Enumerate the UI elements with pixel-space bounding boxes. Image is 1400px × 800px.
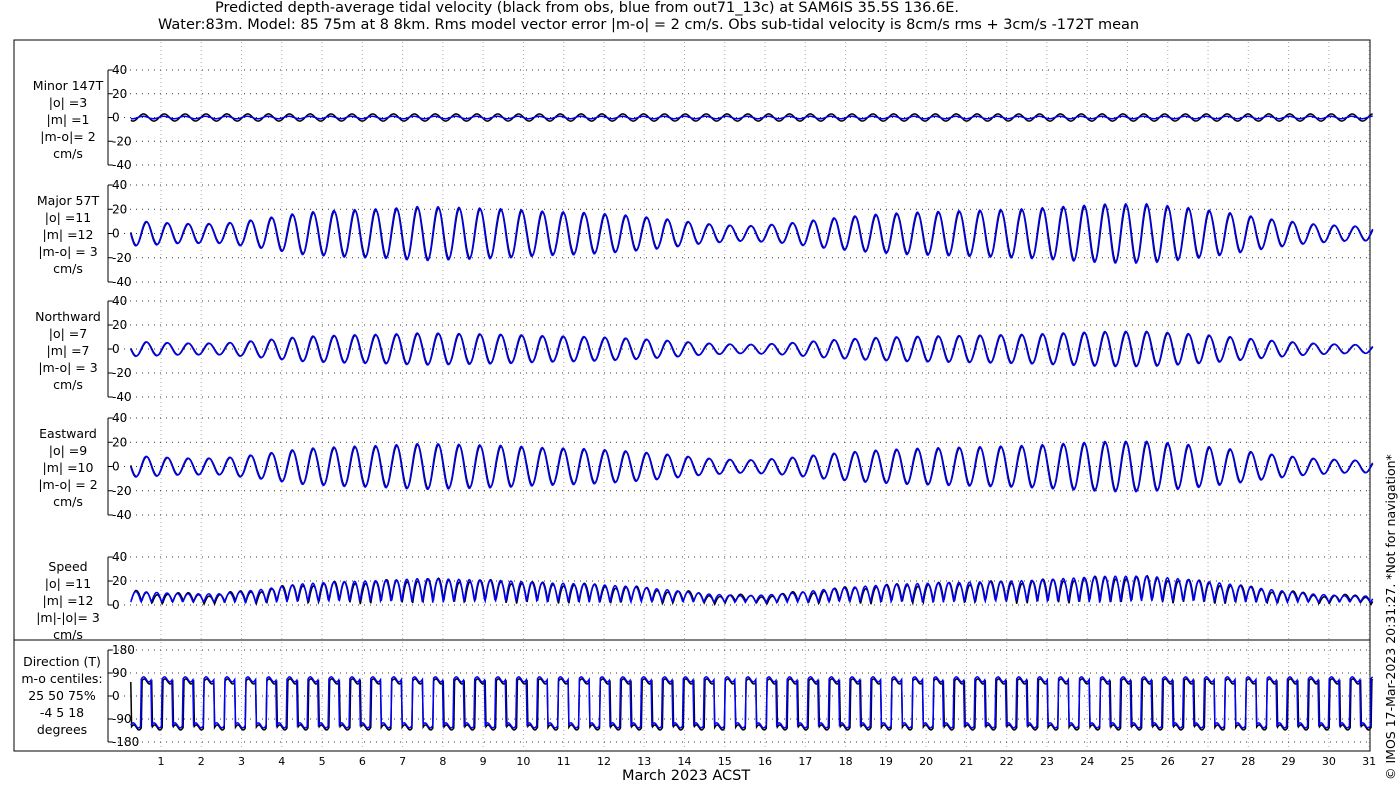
y-tick-label-minor: 20 [112, 87, 127, 101]
panel-label-east: cm/s [53, 494, 83, 509]
panel-label-speed: cm/s [53, 627, 83, 642]
panel-label-east: Eastward [39, 426, 97, 441]
y-tick-label-major: 40 [112, 178, 127, 192]
panel-label-direction: -4 5 18 [40, 705, 84, 720]
panel-label-direction: degrees [37, 722, 87, 737]
y-tick-label-speed: 20 [112, 574, 127, 588]
x-tick-label: 13 [637, 755, 651, 768]
panel-label-speed: Speed [48, 559, 87, 574]
x-tick-label: 21 [959, 755, 973, 768]
x-tick-label: 15 [718, 755, 732, 768]
y-tick-label-direction: 90 [112, 666, 127, 680]
copyright-note: © IMOS 17-Mar-2023 20:31:27. *Not for na… [1383, 454, 1398, 780]
y-tick-label-east: 20 [112, 435, 127, 449]
y-tick-label-north: -40 [112, 390, 132, 404]
x-tick-label: 25 [1120, 755, 1134, 768]
panel-label-minor: |m| =1 [47, 112, 90, 127]
x-tick-label: 8 [439, 755, 446, 768]
panel-label-minor: cm/s [53, 146, 83, 161]
y-tick-label-east: -40 [112, 508, 132, 522]
y-tick-label-minor: 0 [112, 111, 120, 125]
panel-label-north: |o| =7 [49, 326, 87, 341]
panel-label-direction: m-o centiles: [21, 671, 102, 686]
panel-label-east: |m-o| = 2 [38, 477, 97, 492]
y-tick-label-east: 40 [112, 411, 127, 425]
y-tick-label-direction: 180 [112, 643, 135, 657]
y-tick-label-direction: -180 [112, 735, 139, 749]
x-tick-label: 5 [319, 755, 326, 768]
x-tick-label: 18 [839, 755, 853, 768]
panel-label-direction: 25 50 75% [28, 688, 96, 703]
panel-label-speed: |m|-|o|= 3 [36, 610, 100, 625]
y-tick-label-north: 40 [112, 294, 127, 308]
y-tick-label-direction: 0 [112, 689, 120, 703]
panel-label-east: |o| =9 [49, 443, 88, 458]
panel-label-minor: Minor 147T [33, 78, 104, 93]
x-tick-label: 26 [1161, 755, 1175, 768]
panel-label-north: |m| =7 [47, 343, 90, 358]
y-tick-label-north: -20 [112, 366, 132, 380]
x-tick-label: 20 [919, 755, 933, 768]
y-tick-label-speed: 0 [112, 598, 120, 612]
x-tick-label: 3 [238, 755, 245, 768]
frame-direction [13, 639, 1371, 752]
x-tick-label: 19 [879, 755, 893, 768]
x-tick-label: 7 [399, 755, 406, 768]
panel-label-speed: |o| =11 [45, 576, 91, 591]
x-tick-label: 16 [758, 755, 772, 768]
panel-label-north: |m-o| = 3 [38, 360, 97, 375]
x-tick-label: 24 [1080, 755, 1094, 768]
series-speed-model [130, 575, 1374, 606]
y-tick-label-minor: -20 [112, 134, 132, 148]
x-tick-label: 31 [1362, 755, 1376, 768]
y-tick-label-major: -40 [112, 275, 132, 289]
x-tick-label: 22 [1000, 755, 1014, 768]
series-direction-model [130, 675, 1374, 729]
panel-label-major: cm/s [53, 261, 83, 276]
y-tick-label-major: 20 [112, 202, 127, 216]
x-tick-label: 29 [1282, 755, 1296, 768]
x-tick-label: 14 [678, 755, 692, 768]
y-tick-label-major: 0 [112, 227, 120, 241]
x-axis-label: March 2023 ACST [622, 768, 751, 784]
panel-label-direction: Direction (T) [23, 654, 101, 669]
plot-area: 1 2 3 4 5 6 7 8 9 10 11 12 13 14 15 16 17 18 19 20 21 22 23 24 2… [13, 39, 1376, 768]
x-tick-label: 17 [798, 755, 812, 768]
y-tick-label-north: 0 [112, 342, 120, 356]
panel-label-major: |m-o| = 3 [38, 244, 97, 259]
x-tick-label: 28 [1241, 755, 1255, 768]
panel-label-minor: |o| =3 [49, 95, 87, 110]
y-tick-label-minor: 40 [112, 63, 127, 77]
x-tick-label: 1 [158, 755, 165, 768]
panel-label-major: Major 57T [37, 193, 100, 208]
panel-label-speed: |m| =12 [43, 593, 94, 608]
y-tick-label-minor: -40 [112, 158, 132, 172]
y-tick-label-east: -20 [112, 484, 132, 498]
x-tick-label: 10 [516, 755, 530, 768]
x-tick-label: 11 [557, 755, 571, 768]
panel-label-major: |m| =12 [43, 227, 94, 242]
panel-label-minor: |m-o|= 2 [40, 129, 95, 144]
y-tick-label-direction: -90 [112, 712, 132, 726]
x-tick-label: 6 [359, 755, 366, 768]
y-tick-label-major: -20 [112, 251, 132, 265]
panel-label-major: |o| =11 [45, 210, 91, 225]
panel-label-north: cm/s [53, 377, 83, 392]
y-tick-label-east: 0 [112, 460, 120, 474]
x-tick-label: 23 [1040, 755, 1054, 768]
y-tick-label-north: 20 [112, 318, 127, 332]
y-tick-label-speed: 40 [112, 550, 127, 564]
x-tick-label: 30 [1322, 755, 1336, 768]
frame-upper [13, 39, 1371, 641]
x-tick-label: 12 [597, 755, 611, 768]
panel-label-north: Northward [35, 309, 101, 324]
chart-figure: Predicted depth-average tidal velocity (… [0, 0, 1400, 800]
x-tick-label: 9 [480, 755, 487, 768]
panel-label-east: |m| =10 [43, 460, 94, 475]
x-tick-label: 4 [278, 755, 285, 768]
x-tick-label: 27 [1201, 755, 1215, 768]
series-speed-obs [130, 574, 1374, 607]
x-tick-label: 2 [198, 755, 205, 768]
